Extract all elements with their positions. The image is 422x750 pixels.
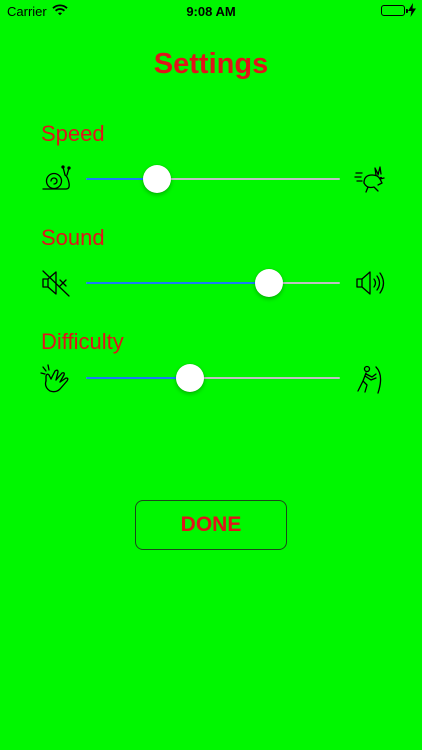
speed-label: Speed [41,121,105,146]
slider-thumb[interactable] [143,165,172,193]
slider-fill [86,377,191,379]
sound-slider[interactable] [86,268,340,298]
speaker-muted-icon [40,267,72,299]
person-pushing-icon [354,363,386,395]
difficulty-label: Difficulty [41,329,124,354]
charging-bolt-icon [408,3,416,20]
status-time: 9:08 AM [186,4,236,19]
rabbit-icon [354,163,386,195]
snail-icon [40,163,72,195]
slider-fill [86,282,269,284]
page-title: Settings [153,48,269,80]
done-button[interactable]: DONE [135,500,287,550]
finger-snap-icon [40,363,72,395]
speed-slider[interactable] [86,164,340,194]
status-bar: Carrier 9:08 AM [0,0,422,22]
slider-thumb[interactable] [176,364,205,392]
battery-icon [381,5,408,16]
sound-label: Sound [41,225,105,250]
speaker-loud-icon [354,267,386,299]
slider-thumb[interactable] [254,269,283,297]
difficulty-slider[interactable] [86,363,340,393]
